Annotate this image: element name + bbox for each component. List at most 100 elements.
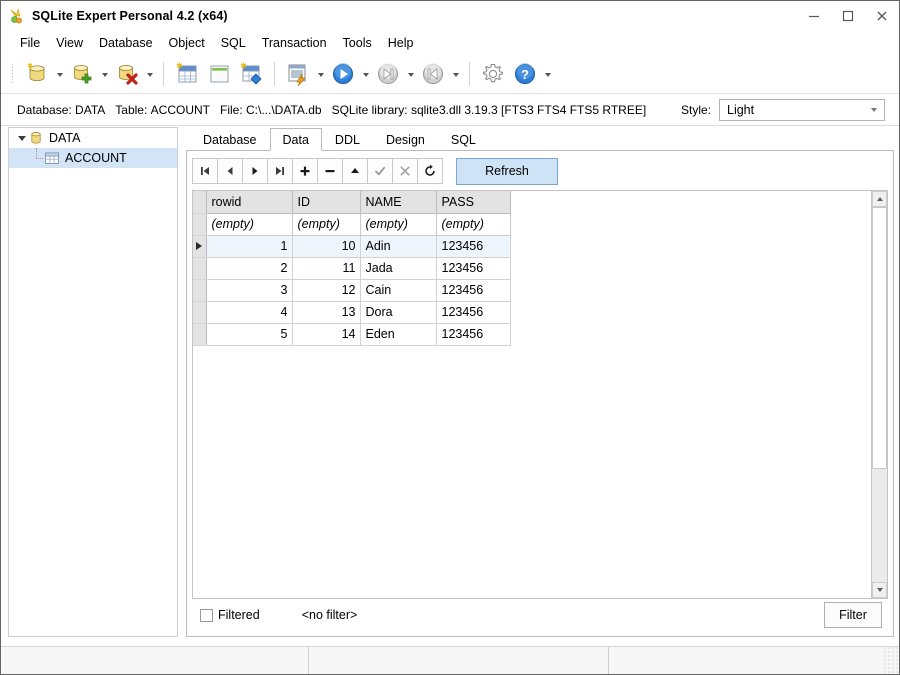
table-row[interactable]: 5 14 Eden 123456 xyxy=(193,323,511,346)
step-forward-button[interactable] xyxy=(372,59,404,89)
delete-database-button[interactable] xyxy=(111,59,143,89)
cell-name[interactable]: Jada xyxy=(360,257,437,280)
new-table-button[interactable] xyxy=(171,59,203,89)
cell-id[interactable]: 14 xyxy=(292,323,361,346)
edit-record-button[interactable] xyxy=(342,158,368,184)
step-forward-dropdown[interactable] xyxy=(404,61,417,87)
filtered-checkbox[interactable] xyxy=(200,608,213,622)
execute-sql-button[interactable] xyxy=(282,59,314,89)
menu-view[interactable]: View xyxy=(48,33,91,54)
table-row[interactable]: 4 13 Dora 123456 xyxy=(193,301,511,324)
cell-rowid[interactable]: 4 xyxy=(206,301,293,324)
cell-id[interactable]: 12 xyxy=(292,279,361,302)
last-record-button[interactable] xyxy=(267,158,293,184)
tab-data[interactable]: Data xyxy=(269,128,322,151)
cancel-edit-button[interactable] xyxy=(392,158,418,184)
open-database-button[interactable] xyxy=(21,59,53,89)
grid-vertical-scrollbar[interactable] xyxy=(871,190,888,599)
tree-node-data[interactable]: DATA xyxy=(9,128,177,148)
tab-ddl[interactable]: DDL xyxy=(322,128,373,151)
cell-pass[interactable]: 123456 xyxy=(436,301,511,324)
sql-execute-icon xyxy=(285,61,311,87)
data-grid[interactable]: rowid ID NAME PASS (empty) (empty) (empt… xyxy=(192,190,876,599)
filter-button[interactable]: Filter xyxy=(824,602,882,628)
menu-file[interactable]: File xyxy=(12,33,48,54)
delete-record-button[interactable] xyxy=(317,158,343,184)
options-button[interactable] xyxy=(477,59,509,89)
cell-rowid[interactable]: 5 xyxy=(206,323,293,346)
refresh-button[interactable]: Refresh xyxy=(456,157,558,185)
cell-rowid[interactable]: 2 xyxy=(206,257,293,280)
scroll-up-button[interactable] xyxy=(872,191,887,207)
prior-record-button[interactable] xyxy=(217,158,243,184)
menu-sql[interactable]: SQL xyxy=(213,33,254,54)
menu-tools[interactable]: Tools xyxy=(335,33,380,54)
table-row[interactable]: 1 10 Adin 123456 xyxy=(193,235,511,258)
post-edit-button[interactable] xyxy=(367,158,393,184)
column-header-rowid[interactable]: rowid xyxy=(206,191,293,214)
filter-cell-pass[interactable]: (empty) xyxy=(436,213,511,236)
menu-object[interactable]: Object xyxy=(161,33,213,54)
cell-rowid[interactable]: 1 xyxy=(206,235,293,258)
open-database-dropdown[interactable] xyxy=(53,61,66,87)
cell-name[interactable]: Eden xyxy=(360,323,437,346)
execute-sql-dropdown[interactable] xyxy=(314,61,327,87)
cell-name[interactable]: Adin xyxy=(360,235,437,258)
filter-cell-rowid[interactable]: (empty) xyxy=(206,213,293,236)
insert-record-button[interactable] xyxy=(292,158,318,184)
menu-transaction[interactable]: Transaction xyxy=(254,33,335,54)
database-tree-panel[interactable]: DATA ACCOUNT xyxy=(8,127,178,637)
filter-cell-name[interactable]: (empty) xyxy=(360,213,437,236)
tab-sql[interactable]: SQL xyxy=(438,128,489,151)
toolbar-grip[interactable] xyxy=(11,63,15,85)
cell-rowid[interactable]: 3 xyxy=(206,279,293,302)
tree-node-account[interactable]: ACCOUNT xyxy=(9,148,177,168)
menu-database[interactable]: Database xyxy=(91,33,161,54)
help-button[interactable]: ? xyxy=(509,59,541,89)
panel-splitter[interactable] xyxy=(178,127,186,637)
row-indicator xyxy=(193,323,207,346)
refresh-record-button[interactable] xyxy=(417,158,443,184)
cell-pass[interactable]: 123456 xyxy=(436,279,511,302)
cell-id[interactable]: 13 xyxy=(292,301,361,324)
table-row[interactable]: 3 12 Cain 123456 xyxy=(193,279,511,302)
scroll-down-button[interactable] xyxy=(872,582,887,598)
close-button[interactable] xyxy=(865,1,899,31)
step-back-button[interactable] xyxy=(417,59,449,89)
new-database-dropdown[interactable] xyxy=(98,61,111,87)
new-database-button[interactable] xyxy=(66,59,98,89)
cell-pass[interactable]: 123456 xyxy=(436,235,511,258)
column-header-pass[interactable]: PASS xyxy=(436,191,511,214)
scrollbar-thumb[interactable] xyxy=(872,207,887,469)
cell-name[interactable]: Dora xyxy=(360,301,437,324)
cell-pass[interactable]: 123456 xyxy=(436,323,511,346)
maximize-button[interactable] xyxy=(831,1,865,31)
scrollbar-track[interactable] xyxy=(872,207,887,582)
minimize-button[interactable] xyxy=(797,1,831,31)
cell-id[interactable]: 11 xyxy=(292,257,361,280)
resize-grip[interactable] xyxy=(883,647,899,674)
cell-id[interactable]: 10 xyxy=(292,235,361,258)
menu-help[interactable]: Help xyxy=(380,33,422,54)
database-delete-icon xyxy=(114,61,140,87)
table-row[interactable]: 2 11 Jada 123456 xyxy=(193,257,511,280)
step-back-dropdown[interactable] xyxy=(449,61,462,87)
expander-collapse-icon[interactable] xyxy=(15,132,28,145)
column-header-name[interactable]: NAME xyxy=(360,191,437,214)
cell-name[interactable]: Cain xyxy=(360,279,437,302)
run-button[interactable] xyxy=(327,59,359,89)
tab-design[interactable]: Design xyxy=(373,128,438,151)
next-record-button[interactable] xyxy=(242,158,268,184)
run-dropdown[interactable] xyxy=(359,61,372,87)
new-view-button[interactable] xyxy=(203,59,235,89)
delete-database-dropdown[interactable] xyxy=(143,61,156,87)
new-index-button[interactable] xyxy=(235,59,267,89)
filter-cell-id[interactable]: (empty) xyxy=(292,213,361,236)
help-dropdown[interactable] xyxy=(541,61,554,87)
column-header-id[interactable]: ID xyxy=(292,191,361,214)
tab-database[interactable]: Database xyxy=(190,128,270,151)
style-select[interactable]: Light xyxy=(719,99,885,121)
first-record-button[interactable] xyxy=(192,158,218,184)
status-panel-2 xyxy=(309,647,609,674)
cell-pass[interactable]: 123456 xyxy=(436,257,511,280)
